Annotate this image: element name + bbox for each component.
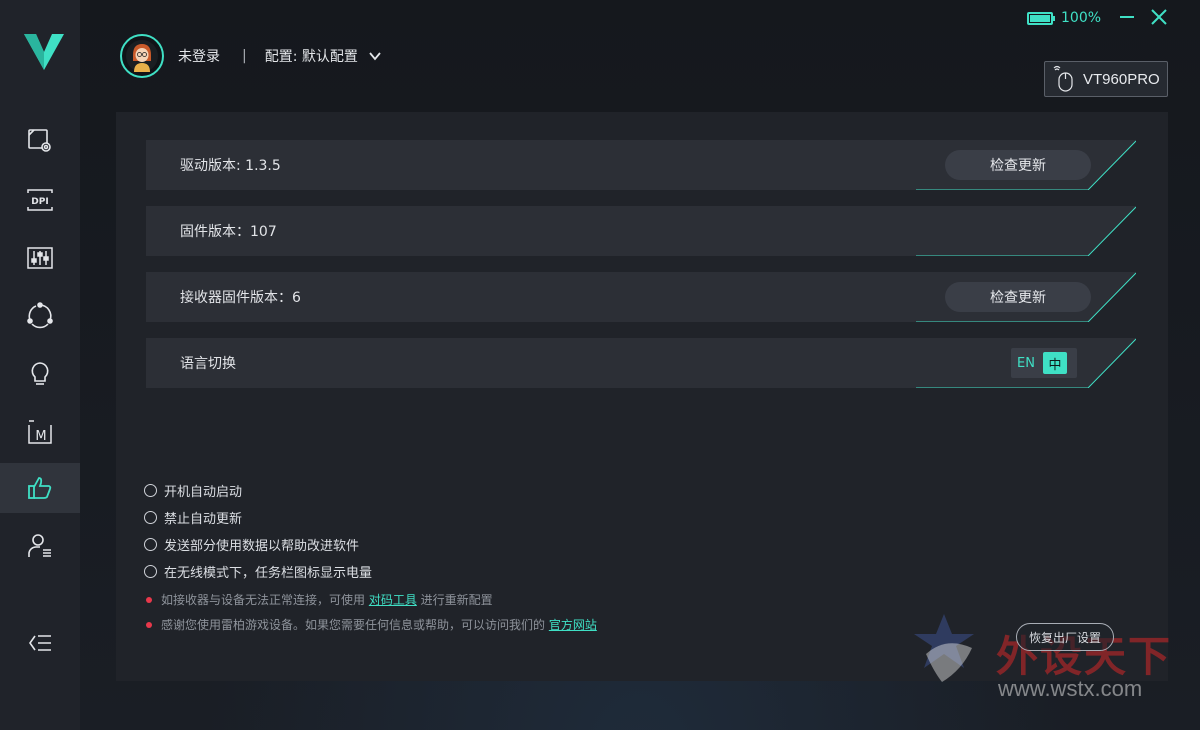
driver-version-label: 驱动版本: 1.3.5 (180, 158, 281, 174)
v-logo (24, 34, 64, 70)
driver-version-row: 驱动版本: 1.3.5 检查更新 (146, 140, 1136, 190)
sidebar: DPI M (0, 0, 80, 730)
macro-icon: M (28, 420, 52, 444)
receiver-firmware-label: 接收器固件版本：6 (180, 290, 301, 306)
lang-zh-option[interactable]: 中 (1042, 352, 1067, 374)
minimize-icon (1120, 16, 1134, 18)
row-background (146, 206, 1136, 256)
row-background (146, 338, 1136, 388)
option-label: 开机自动启动 (164, 485, 243, 500)
sliders-icon (27, 247, 53, 269)
language-switch-label: 语言切换 (180, 356, 236, 372)
user-list-icon (28, 534, 51, 557)
battery-percent: 100% (1061, 10, 1102, 26)
option-tray-battery[interactable]: 在无线模式下，任务栏图标显示电量 (144, 562, 372, 581)
sidebar-item-sliders[interactable] (0, 233, 80, 283)
device-name: VT960PRO (1083, 70, 1160, 88)
sidebar-item-screen-settings[interactable] (0, 116, 80, 166)
factory-reset-button[interactable]: 恢复出厂设置 (1016, 623, 1114, 651)
device-badge[interactable]: VT960PRO (1044, 61, 1168, 97)
collapse-menu-icon (29, 635, 51, 651)
firmware-version-label: 固件版本：107 (180, 224, 277, 240)
login-status[interactable]: 未登录 (178, 46, 220, 66)
option-send-usage-data[interactable]: 发送部分使用数据以帮助改进软件 (144, 535, 359, 554)
collapse-menu-button[interactable] (0, 618, 80, 668)
watermark-url: www.wstx.com (998, 676, 1143, 701)
pairing-tool-link[interactable]: 对码工具 (369, 593, 417, 607)
header-separator: | (242, 48, 247, 64)
cycle-icon (27, 302, 53, 329)
firmware-version-row: 固件版本：107 (146, 206, 1136, 256)
avatar[interactable] (120, 34, 164, 78)
user-header: 未登录 | 配置: 默认配置 (120, 34, 382, 78)
thumbs-up-icon (28, 477, 52, 499)
sidebar-item-dpi[interactable]: DPI (0, 175, 80, 225)
receiver-firmware-row: 接收器固件版本：6 检查更新 (146, 272, 1136, 322)
svg-text:M: M (35, 429, 46, 444)
close-button[interactable] (1147, 6, 1171, 28)
avatar-icon (126, 40, 158, 72)
alert-dot (146, 596, 152, 603)
radio-button[interactable] (144, 484, 157, 497)
receiver-check-update-button[interactable]: 检查更新 (945, 282, 1091, 312)
config-selector-label[interactable]: 配置: 默认配置 (265, 46, 358, 66)
option-label: 禁止自动更新 (164, 512, 243, 527)
option-disable-auto-update[interactable]: 禁止自动更新 (144, 508, 242, 527)
wireless-mouse-icon (1053, 65, 1073, 92)
lang-en-option[interactable]: EN (1017, 356, 1035, 371)
note-text: 如接收器与设备无法正常连接，可使用 对码工具 进行重新配置 (161, 593, 493, 607)
language-row: 语言切换 EN 中 (146, 338, 1136, 388)
svg-text:DPI: DPI (31, 197, 48, 207)
close-icon (1151, 9, 1167, 25)
sidebar-item-user[interactable] (0, 521, 80, 571)
sidebar-item-cycle[interactable] (0, 291, 80, 341)
radio-button[interactable] (144, 511, 157, 524)
screen-settings-icon (28, 129, 51, 152)
battery-indicator: 100% (1027, 10, 1101, 26)
radio-button[interactable] (144, 565, 157, 578)
alert-dot (146, 621, 152, 628)
option-autostart[interactable]: 开机自动启动 (144, 481, 242, 500)
minimize-button[interactable] (1115, 6, 1139, 28)
note-text: 感谢您使用雷柏游戏设备。如果您需要任何信息或帮助，可以访问我们的 官方网站 (161, 618, 597, 632)
official-website-link[interactable]: 官方网站 (549, 618, 597, 632)
radio-button[interactable] (144, 538, 157, 551)
pairing-note: 如接收器与设备无法正常连接，可使用 对码工具 进行重新配置 (146, 591, 493, 608)
lightbulb-icon (31, 362, 49, 385)
sidebar-item-general-settings[interactable] (0, 463, 80, 513)
sidebar-item-macro[interactable]: M (0, 407, 80, 457)
battery-icon (1027, 11, 1055, 25)
option-label: 在无线模式下，任务栏图标显示电量 (164, 566, 373, 581)
sidebar-item-lighting[interactable] (0, 349, 80, 399)
driver-check-update-button[interactable]: 检查更新 (945, 150, 1091, 180)
thanks-note: 感谢您使用雷柏游戏设备。如果您需要任何信息或帮助，可以访问我们的 官方网站 (146, 616, 597, 633)
chevron-down-icon[interactable] (368, 49, 382, 63)
language-toggle: EN 中 (1011, 348, 1077, 378)
option-label: 发送部分使用数据以帮助改进软件 (164, 539, 360, 554)
dpi-icon: DPI (27, 189, 53, 211)
